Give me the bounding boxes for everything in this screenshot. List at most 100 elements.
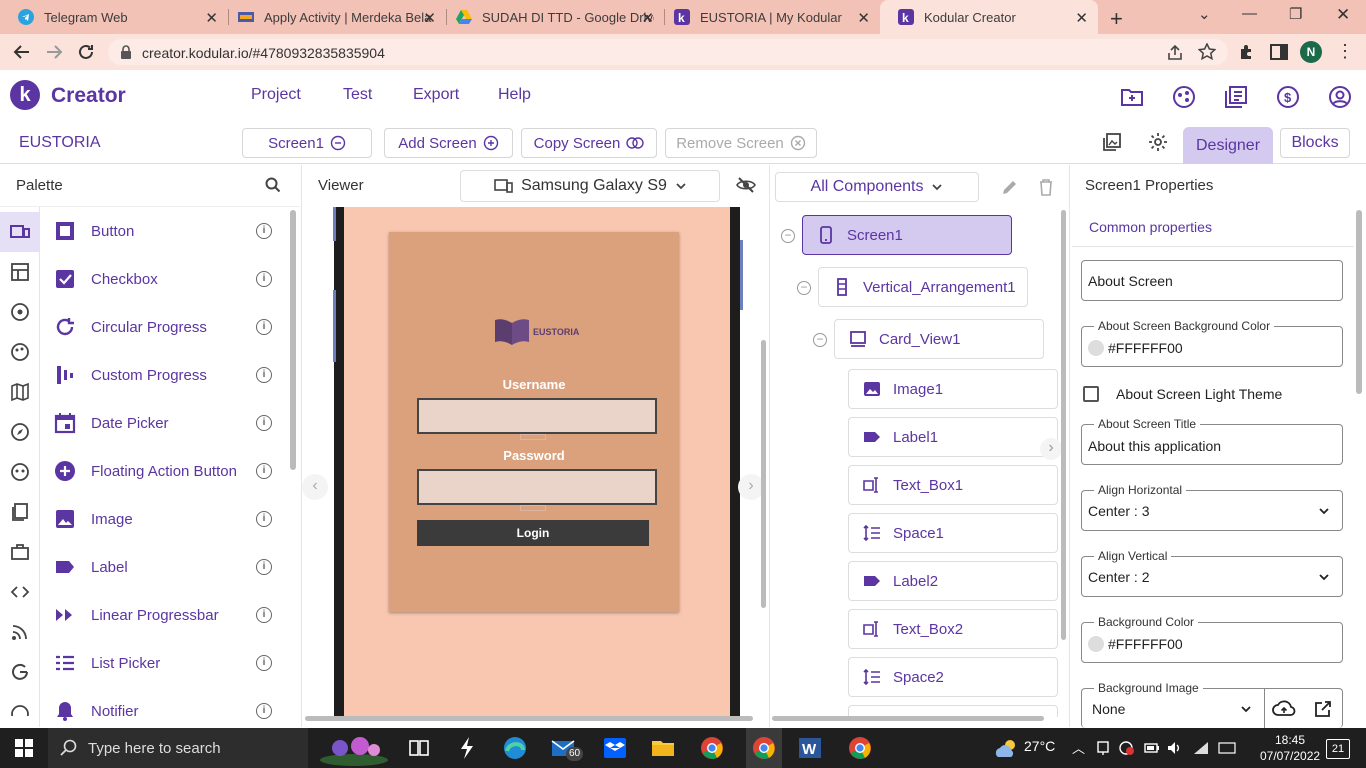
- google-category-icon[interactable]: [10, 662, 30, 682]
- info-icon[interactable]: i: [256, 271, 272, 287]
- weather-icon[interactable]: [994, 737, 1020, 759]
- designer-tab[interactable]: Designer: [1183, 127, 1273, 164]
- tree-node-space2[interactable]: Space2: [848, 657, 1058, 697]
- social-category-icon[interactable]: [10, 462, 30, 482]
- upload-cloud-icon[interactable]: [1272, 699, 1296, 719]
- extensions-icon[interactable]: [1238, 43, 1256, 61]
- notification-center-badge[interactable]: 21: [1326, 739, 1350, 759]
- tray-chevron-icon[interactable]: ︿: [1072, 738, 1085, 757]
- gallery-icon[interactable]: [1102, 132, 1122, 152]
- palette-item-floating-action-button[interactable]: Floating Action Button i: [54, 447, 284, 495]
- device-selector[interactable]: Samsung Galaxy S9: [460, 170, 720, 202]
- tab-google-drive[interactable]: SUDAH DI TTD - Google Drive ✕: [438, 0, 664, 34]
- tree-node-space1[interactable]: Space1: [848, 513, 1058, 553]
- edge-browser-icon[interactable]: [502, 736, 528, 760]
- tree-node-image1[interactable]: Image1: [848, 369, 1058, 409]
- common-properties-tab[interactable]: Common properties: [1089, 219, 1212, 235]
- visibility-off-icon[interactable]: [736, 176, 756, 194]
- palette-item-date-picker[interactable]: Date Picker i: [54, 399, 284, 447]
- info-icon[interactable]: i: [256, 655, 272, 671]
- palette-item-image[interactable]: Image i: [54, 495, 284, 543]
- collapse-toggle[interactable]: −: [781, 229, 795, 243]
- drawing-category-icon[interactable]: [10, 342, 30, 362]
- menu-export[interactable]: Export: [413, 86, 459, 104]
- tree-scrollbar-horizontal[interactable]: [772, 716, 1044, 721]
- theme-palette-icon[interactable]: [1172, 85, 1196, 109]
- open-external-icon[interactable]: [1314, 700, 1332, 718]
- delete-icon[interactable]: [1038, 178, 1054, 196]
- info-icon[interactable]: i: [256, 559, 272, 575]
- forward-icon[interactable]: [44, 42, 64, 62]
- account-icon[interactable]: [1328, 85, 1352, 109]
- sidepanel-icon[interactable]: [1270, 44, 1288, 60]
- about-screen-bg-color-field[interactable]: About Screen Background Color #FFFFFF00: [1081, 319, 1343, 367]
- volume-icon[interactable]: [1166, 740, 1182, 756]
- language-icon[interactable]: [1218, 740, 1236, 756]
- settings-gear-icon[interactable]: [1148, 132, 1168, 152]
- tree-scrollbar-vertical[interactable]: [1061, 210, 1066, 640]
- screen-select-button[interactable]: Screen1: [242, 128, 372, 158]
- tree-node-screen1[interactable]: Screen1: [802, 215, 1012, 255]
- task-view-icon[interactable]: [406, 736, 432, 760]
- close-window-button[interactable]: ✕: [1336, 5, 1350, 25]
- file-explorer-icon[interactable]: [650, 736, 676, 760]
- share-icon[interactable]: [1166, 44, 1184, 62]
- menu-test[interactable]: Test: [343, 86, 372, 104]
- maximize-button[interactable]: ❐: [1289, 5, 1302, 23]
- info-icon[interactable]: i: [256, 319, 272, 335]
- dropbox-icon[interactable]: [602, 736, 628, 760]
- layout-category-icon[interactable]: [10, 262, 30, 282]
- close-tab-icon[interactable]: ✕: [205, 9, 218, 27]
- components-filter[interactable]: All Components: [775, 172, 979, 202]
- rename-pencil-icon[interactable]: [1001, 178, 1019, 196]
- remove-screen-button[interactable]: Remove Screen: [665, 128, 817, 158]
- palette-item-label[interactable]: Label i: [54, 543, 284, 591]
- close-tab-icon[interactable]: ✕: [641, 9, 654, 27]
- blocks-tab[interactable]: Blocks: [1280, 128, 1350, 158]
- taskbar-search-box[interactable]: Type here to search: [48, 728, 308, 768]
- palette-item-list-picker[interactable]: List Picker i: [54, 639, 284, 687]
- about-screen-title-field[interactable]: About Screen Title About this applicatio…: [1081, 417, 1343, 465]
- collapse-toggle[interactable]: −: [797, 281, 811, 295]
- collapse-toggle[interactable]: −: [813, 333, 827, 347]
- palette-item-checkbox[interactable]: Checkbox i: [54, 255, 284, 303]
- login-button[interactable]: Login: [417, 520, 649, 546]
- library-icon[interactable]: [1224, 85, 1248, 109]
- info-icon[interactable]: i: [256, 223, 272, 239]
- kodular-logo[interactable]: k: [10, 80, 40, 110]
- project-folder-icon[interactable]: [1120, 85, 1144, 109]
- storage-category-icon[interactable]: [10, 502, 30, 522]
- info-icon[interactable]: i: [256, 511, 272, 527]
- close-tab-icon[interactable]: ✕: [857, 9, 870, 27]
- tab-merdeka[interactable]: Apply Activity | Merdeka Bela ✕: [220, 0, 446, 34]
- palette-item-linear-progressbar[interactable]: Linear Progressbar i: [54, 591, 284, 639]
- temperature-text[interactable]: 27°C: [1024, 738, 1055, 754]
- password-textbox[interactable]: [417, 469, 657, 505]
- username-textbox[interactable]: [417, 398, 657, 434]
- align-vertical-select[interactable]: Align Vertical Center : 2: [1081, 549, 1343, 597]
- utilities-category-icon[interactable]: [10, 542, 30, 562]
- tree-node-text-box2[interactable]: Text_Box2: [848, 609, 1058, 649]
- palette-item-circular-progress[interactable]: Circular Progress i: [54, 303, 284, 351]
- viewer-scrollbar-vertical[interactable]: [761, 340, 766, 608]
- url-text[interactable]: creator.kodular.io/#4780932835835904: [142, 45, 385, 61]
- info-icon[interactable]: i: [256, 463, 272, 479]
- add-screen-button[interactable]: Add Screen: [384, 128, 513, 158]
- antivirus-icon[interactable]: [1118, 740, 1136, 756]
- network-adapter-icon[interactable]: [1096, 740, 1110, 756]
- maps-category-icon[interactable]: [10, 382, 30, 402]
- light-theme-checkbox[interactable]: [1083, 386, 1099, 402]
- close-tab-icon[interactable]: ✕: [1075, 9, 1088, 27]
- windows-start-icon[interactable]: [15, 739, 33, 757]
- palette-scrollbar[interactable]: [290, 210, 296, 470]
- viewer-scrollbar-horizontal[interactable]: [305, 716, 753, 721]
- birds-widget-icon[interactable]: [316, 730, 392, 766]
- about-screen-textarea[interactable]: About Screen: [1081, 260, 1343, 301]
- info-icon[interactable]: i: [256, 607, 272, 623]
- align-horizontal-select[interactable]: Align Horizontal Center : 3: [1081, 483, 1343, 531]
- new-tab-button[interactable]: +: [1110, 6, 1123, 32]
- search-icon[interactable]: [265, 177, 281, 193]
- more-category-icon[interactable]: [10, 702, 30, 716]
- chrome-icon[interactable]: [699, 736, 725, 760]
- tree-node-label1[interactable]: Label1: [848, 417, 1058, 457]
